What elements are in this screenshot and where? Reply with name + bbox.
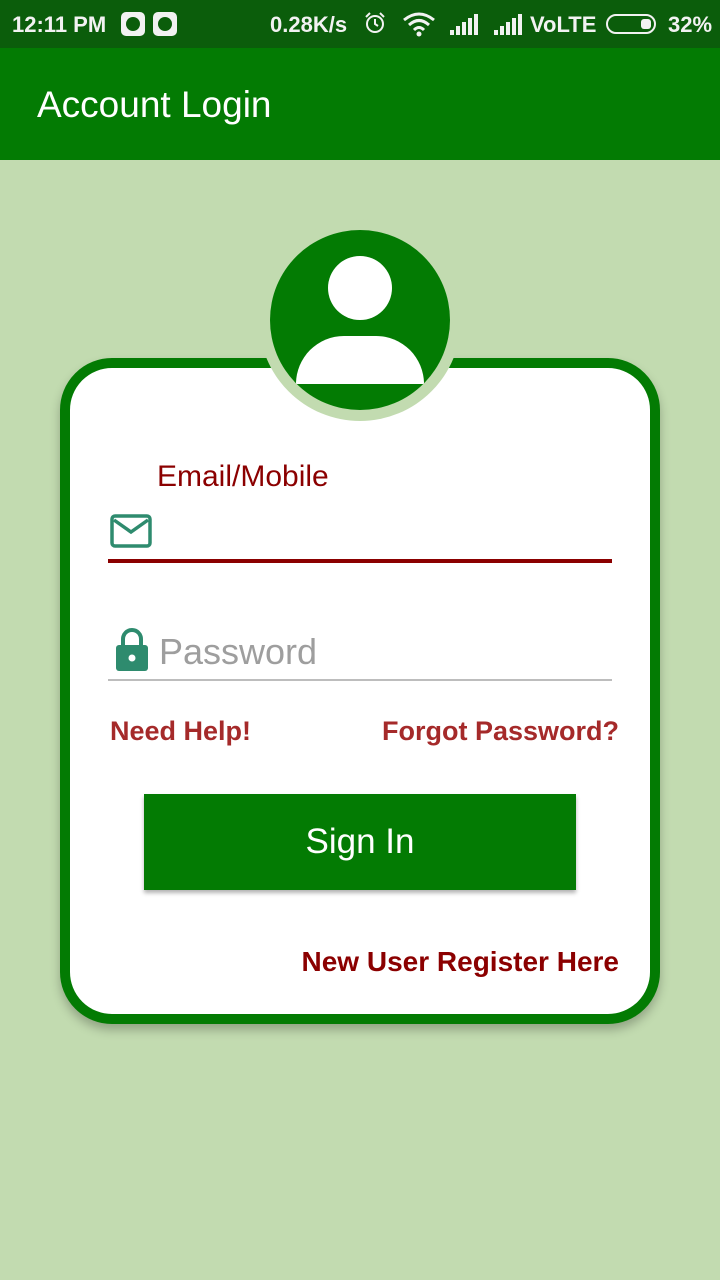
register-link[interactable]: New User Register Here	[302, 946, 619, 978]
sign-in-button[interactable]: Sign In	[144, 794, 576, 890]
forgot-password-link[interactable]: Forgot Password?	[382, 716, 619, 747]
need-help-link[interactable]: Need Help!	[110, 716, 251, 747]
email-field[interactable]	[157, 508, 615, 554]
signal-icon	[450, 14, 478, 35]
mail-icon	[110, 514, 152, 548]
status-time: 12:11 PM	[12, 12, 107, 37]
user-icon-body	[296, 336, 424, 384]
network-speed: 0.28K/s	[270, 12, 348, 37]
status-bar: 12:11 PM 0.28K/s VoLTE 32%	[0, 0, 720, 48]
battery-icon	[606, 14, 656, 34]
network-type: VoLTE	[530, 12, 597, 37]
signal-icon	[494, 14, 522, 35]
page-title: Account Login	[37, 84, 272, 125]
battery-percent: 32%	[668, 12, 713, 37]
app-bar: Account Login	[0, 48, 720, 160]
login-card	[60, 358, 660, 1024]
email-label: Email/Mobile	[157, 460, 329, 493]
whatsapp-icon	[153, 12, 177, 36]
alarm-icon	[365, 12, 385, 33]
email-underline	[108, 559, 612, 563]
wifi-icon	[403, 12, 435, 37]
avatar	[270, 230, 450, 410]
user-icon-head	[328, 256, 392, 320]
whatsapp-icon	[121, 12, 145, 36]
password-field[interactable]	[157, 628, 615, 676]
password-underline	[108, 679, 612, 681]
lock-icon	[116, 628, 148, 671]
